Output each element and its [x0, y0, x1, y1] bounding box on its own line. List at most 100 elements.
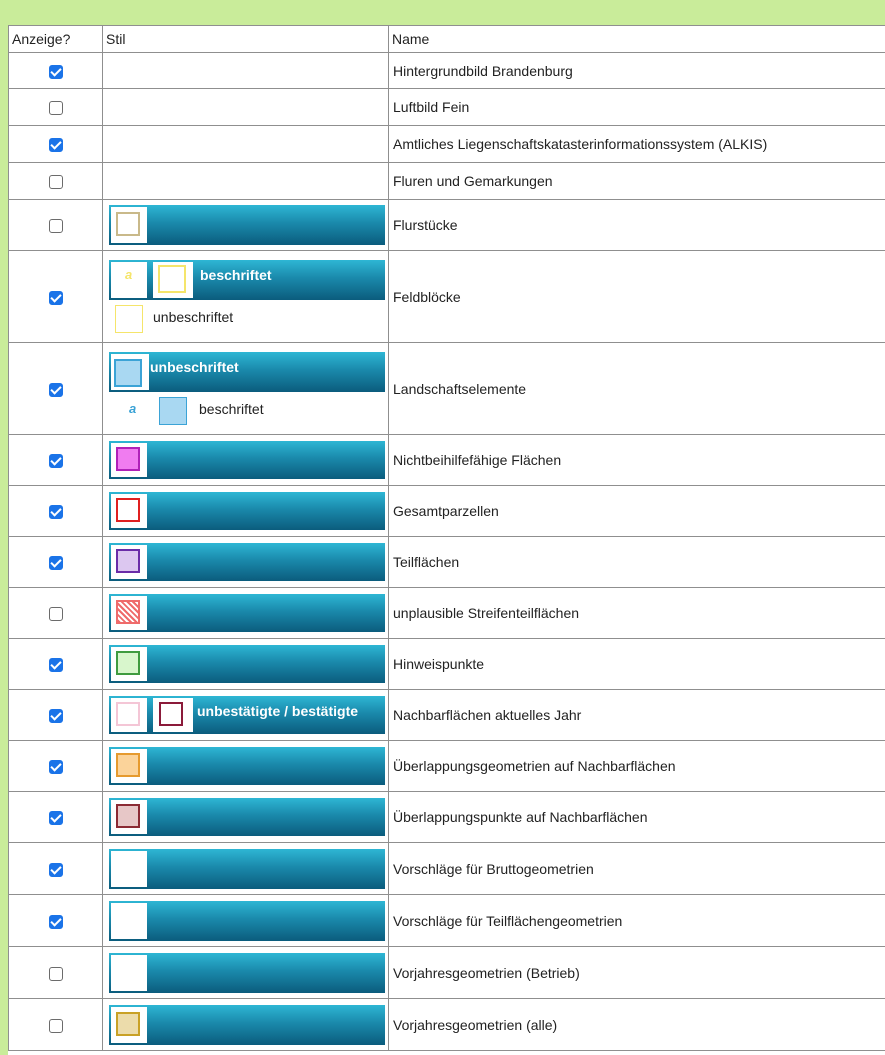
layer-name: Überlappungspunkte auf Nachbarflächen [388, 791, 885, 843]
legend-bar [109, 1004, 385, 1045]
layer-row: Teilflächen [8, 536, 885, 588]
layer-visibility-checkbox[interactable] [48, 138, 63, 153]
style-swatch [116, 753, 140, 777]
layer-row: unplausible Streifenteilflächen [8, 587, 885, 639]
legend-label: unbestätigte / bestätigte [197, 703, 359, 719]
layer-row: Überlappungspunkte auf Nachbarflächen [8, 791, 885, 843]
layer-visibility-checkbox[interactable] [48, 760, 63, 775]
style-swatch [116, 804, 140, 828]
legend-bar [109, 645, 385, 683]
layer-row: Vorjahresgeometrien (Betrieb) [8, 946, 885, 999]
layer-row: Flurstücke [8, 199, 885, 251]
layer-name: Nachbarflächen aktuelles Jahr [388, 689, 885, 741]
legend-sub-row: a beschriftet [109, 392, 386, 426]
layer-row: Amtliches Liegenschaftskatasterinformati… [8, 125, 885, 163]
style-swatch [116, 498, 140, 522]
layer-visibility-checkbox[interactable] [48, 219, 63, 234]
legend-bar [109, 848, 385, 889]
legend-bar [109, 900, 385, 941]
style-swatch [115, 304, 143, 333]
legend-bar [109, 492, 385, 530]
legend-label: unbeschriftet [150, 358, 239, 375]
header-show: Anzeige? [8, 25, 103, 53]
layer-name: Feldblöcke [388, 250, 885, 343]
layer-name: Hinweispunkte [388, 638, 885, 690]
layer-name: Vorjahresgeometrien (alle) [388, 998, 885, 1051]
legend-sub-row: unbeschriftet [109, 300, 386, 334]
layer-name: Flurstücke [388, 199, 885, 251]
legend-bar [109, 441, 385, 479]
layer-row: Überlappungsgeometrien auf Nachbarfläche… [8, 740, 885, 792]
style-swatch [158, 264, 186, 293]
layer-row: Luftbild Fein [8, 88, 885, 126]
layer-visibility-checkbox[interactable] [48, 811, 63, 826]
legend-bar [109, 747, 385, 785]
layer-row: a beschriftet unbeschriftet Feldblöcke [8, 250, 885, 343]
layer-visibility-checkbox[interactable] [48, 914, 63, 929]
header-style: Stil [102, 25, 389, 53]
legend-bar: unbestätigte / bestätigte [109, 696, 385, 734]
layer-visibility-checkbox[interactable] [48, 862, 63, 877]
style-cell-empty [102, 52, 389, 89]
style-swatch [116, 549, 140, 573]
layer-panel: Anzeige? Stil Name Hintergrundbild Brand… [8, 25, 885, 1055]
layer-row: unbestätigte / bestätigte Nachbarflächen… [8, 689, 885, 741]
style-swatch [159, 702, 183, 726]
legend-label: beschriftet [199, 400, 264, 417]
legend-label: beschriftet [200, 266, 272, 283]
layer-row: Hinweispunkte [8, 638, 885, 690]
layer-row: Gesamtparzellen [8, 485, 885, 537]
layer-visibility-checkbox[interactable] [48, 101, 63, 116]
layer-visibility-checkbox[interactable] [48, 64, 63, 79]
legend-bar [109, 594, 385, 632]
label-marker: a [129, 400, 137, 416]
style-swatch-hatched [116, 600, 140, 624]
layer-visibility-checkbox[interactable] [48, 1018, 63, 1033]
header-row: Anzeige? Stil Name [8, 25, 885, 53]
style-swatch [116, 1011, 140, 1036]
style-swatch [114, 358, 142, 387]
layer-visibility-checkbox[interactable] [48, 382, 63, 397]
layer-name: Hintergrundbild Brandenburg [388, 52, 885, 89]
layer-visibility-checkbox[interactable] [48, 290, 63, 305]
layer-name: Fluren und Gemarkungen [388, 162, 885, 200]
legend-bar [109, 798, 385, 836]
layer-row: unbeschriftet a beschriftet Landschaftse… [8, 342, 885, 435]
legend-bar [109, 543, 385, 581]
layer-row: Fluren und Gemarkungen [8, 162, 885, 200]
layer-visibility-checkbox[interactable] [48, 556, 63, 571]
legend-bar: a beschriftet [109, 259, 385, 300]
layer-row: Hintergrundbild Brandenburg [8, 52, 885, 89]
layer-name: Luftbild Fein [388, 88, 885, 126]
style-swatch [116, 702, 140, 726]
layer-visibility-checkbox[interactable] [48, 454, 63, 469]
header-name: Name [388, 25, 885, 53]
layer-name: Vorjahresgeometrien (Betrieb) [388, 946, 885, 999]
legend-label: unbeschriftet [153, 308, 234, 325]
layer-row: Nichtbeihilfefähige Flächen [8, 434, 885, 486]
layer-visibility-checkbox[interactable] [48, 966, 63, 981]
layer-row: Vorschläge für Teilflächengeometrien [8, 894, 885, 947]
layer-visibility-checkbox[interactable] [48, 658, 63, 673]
style-cell-empty [102, 125, 389, 163]
layer-row: Vorschläge für Bruttogeometrien [8, 842, 885, 895]
layer-name: Gesamtparzellen [388, 485, 885, 537]
layer-visibility-checkbox[interactable] [48, 709, 63, 724]
legend-bar [109, 205, 385, 245]
style-swatch [116, 212, 140, 236]
layer-name: unplausible Streifenteilflächen [388, 587, 885, 639]
layer-name: Teilflächen [388, 536, 885, 588]
layer-name: Vorschläge für Teilflächengeometrien [388, 894, 885, 947]
layer-visibility-checkbox[interactable] [48, 175, 63, 190]
layer-table: Anzeige? Stil Name Hintergrundbild Brand… [8, 25, 885, 1051]
layer-visibility-checkbox[interactable] [48, 607, 63, 622]
style-cell-empty [102, 162, 389, 200]
style-cell-empty [102, 88, 389, 126]
layer-name: Nichtbeihilfefähige Flächen [388, 434, 885, 486]
layer-name: Amtliches Liegenschaftskatasterinformati… [388, 125, 885, 163]
layer-visibility-checkbox[interactable] [48, 505, 63, 520]
legend-bar: unbeschriftet [109, 351, 385, 392]
label-marker: a [125, 266, 133, 282]
style-swatch [116, 447, 140, 471]
style-swatch [116, 651, 140, 675]
